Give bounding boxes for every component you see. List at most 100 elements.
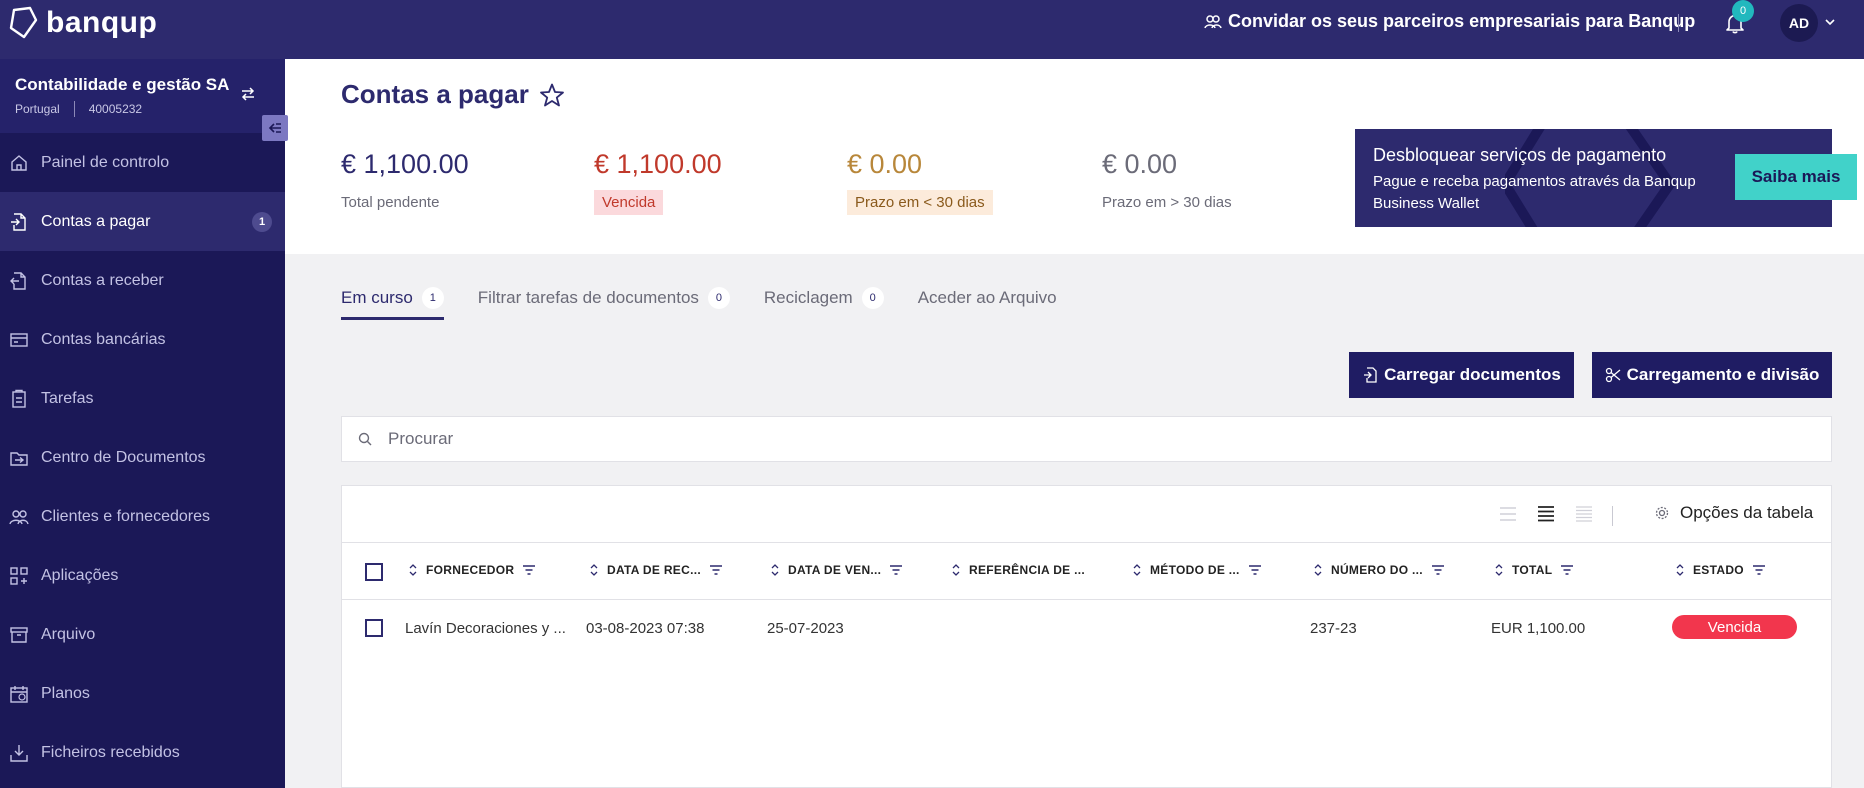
filter-icon[interactable]	[1560, 564, 1574, 576]
star-icon[interactable]	[539, 82, 565, 108]
column-header-metodo[interactable]: MÉTODO DE ...	[1132, 563, 1262, 577]
filter-icon[interactable]	[709, 564, 723, 576]
organization-header: Contabilidade e gestão SA Portugal 40005…	[0, 59, 285, 133]
learn-more-button[interactable]: Saiba mais	[1735, 154, 1857, 200]
invite-partners-link[interactable]: Convidar os seus parceiros empresariais …	[1204, 11, 1695, 32]
sidebar-item-label: Contas a pagar	[41, 212, 151, 230]
density-standard-icon[interactable]	[1536, 504, 1556, 524]
stat-prazo-menos-30[interactable]: € 0.00 Prazo em < 30 dias	[847, 149, 993, 215]
download-tray-icon	[10, 745, 28, 762]
column-header-label: TOTAL	[1512, 563, 1553, 577]
sidebar-item-label: Arquivo	[41, 625, 96, 643]
sidebar-item-aplicacoes[interactable]: Aplicações	[0, 546, 285, 605]
collapse-sidebar-button[interactable]	[262, 115, 288, 141]
cell-total: EUR 1,100.00	[1491, 620, 1586, 637]
sidebar-item-contas-a-pagar[interactable]: Contas a pagar 1	[0, 192, 285, 251]
sidebar-item-centro-de-documentos[interactable]: Centro de Documentos	[0, 428, 285, 487]
column-header-data-de-vencimento[interactable]: DATA DE VEN...	[770, 563, 903, 577]
sidebar-item-label: Tarefas	[41, 389, 94, 407]
sort-icon[interactable]	[1675, 563, 1685, 577]
documents-center-icon	[10, 452, 28, 466]
column-header-numero[interactable]: NÚMERO DO ...	[1313, 563, 1445, 577]
column-header-label: DATA DE REC...	[607, 563, 701, 577]
sidebar-item-planos[interactable]: Planos	[0, 664, 285, 723]
sidebar-item-clientes-e-fornecedores[interactable]: Clientes e fornecedores	[0, 487, 285, 546]
density-compact-icon[interactable]	[1574, 504, 1594, 524]
density-comfortable-icon[interactable]	[1498, 504, 1518, 524]
sort-icon[interactable]	[770, 563, 780, 577]
column-header-total[interactable]: TOTAL	[1494, 563, 1574, 577]
filter-icon[interactable]	[522, 564, 536, 576]
sidebar-item-arquivo[interactable]: Arquivo	[0, 605, 285, 664]
sidebar-item-label: Contas bancárias	[41, 330, 166, 348]
sort-icon[interactable]	[1494, 563, 1504, 577]
filter-icon[interactable]	[1752, 564, 1766, 576]
sort-icon[interactable]	[408, 563, 418, 577]
tab-label: Reciclagem	[763, 288, 853, 307]
sort-icon[interactable]	[589, 563, 599, 577]
summary-header: Contas a pagar € 1,100.00 Total pendente…	[285, 59, 1864, 254]
filter-icon[interactable]	[1431, 564, 1445, 576]
status-badge: Vencida	[1672, 615, 1797, 639]
sidebar-item-painel[interactable]: Painel de controlo	[0, 133, 285, 192]
sidebar-item-contas-a-receber[interactable]: Contas a receber	[0, 251, 285, 310]
column-header-label: NÚMERO DO ...	[1331, 563, 1423, 577]
column-header-data-de-rececao[interactable]: DATA DE REC...	[589, 563, 723, 577]
stat-prazo-mais-30[interactable]: € 0.00 Prazo em > 30 dias	[1102, 149, 1240, 215]
stat-total-pendente[interactable]: € 1,100.00 Total pendente	[341, 149, 469, 215]
table-row[interactable]: Lavín Decoraciones y ... 03-08-2023 07:3…	[342, 601, 1831, 657]
user-avatar[interactable]: AD	[1780, 4, 1818, 42]
notification-badge: 0	[1732, 0, 1754, 22]
stat-label: Total pendente	[341, 194, 440, 211]
tabs: Em curso 1 Filtrar tarefas de documentos…	[341, 280, 1091, 320]
sidebar-item-label: Planos	[41, 684, 90, 702]
tab-reciclagem[interactable]: Reciclagem 0	[764, 280, 884, 316]
cell-due-date: 25-07-2023	[767, 620, 844, 637]
sidebar-item-contas-bancarias[interactable]: Contas bancárias	[0, 310, 285, 369]
table-header: FORNECEDOR DATA DE REC... DATA DE VEN...…	[342, 542, 1831, 600]
upload-documents-button[interactable]: Carregar documentos	[1349, 352, 1574, 398]
filter-icon[interactable]	[889, 564, 903, 576]
column-header-referencia[interactable]: REFERÊNCIA DE ...	[951, 563, 1085, 577]
sidebar-item-label: Centro de Documentos	[41, 448, 206, 466]
table-options-button[interactable]: Opções da tabela	[1654, 503, 1813, 523]
logo[interactable]: banqup	[8, 6, 157, 40]
cell-supplier: Lavín Decoraciones y ...	[405, 620, 566, 637]
sidebar-item-ficheiros-recebidos[interactable]: Ficheiros recebidos	[0, 723, 285, 782]
upload-document-icon	[1364, 367, 1377, 383]
column-header-estado[interactable]: ESTADO	[1675, 563, 1766, 577]
column-header-label: FORNECEDOR	[426, 563, 515, 577]
sort-icon[interactable]	[1132, 563, 1142, 577]
tab-label: Filtrar tarefas de documentos	[477, 288, 699, 307]
column-header-fornecedor[interactable]: FORNECEDOR	[408, 563, 536, 577]
scissors-icon	[1605, 367, 1621, 383]
stat-vencida[interactable]: € 1,100.00 Vencida	[594, 149, 722, 215]
stat-amount: € 0.00	[847, 149, 923, 179]
column-header-label: REFERÊNCIA DE ...	[969, 563, 1086, 577]
tab-count-badge: 1	[421, 287, 444, 309]
chevron-down-icon[interactable]	[1824, 16, 1836, 28]
search-icon	[358, 432, 372, 446]
sidebar-item-tarefas[interactable]: Tarefas	[0, 369, 285, 428]
tab-filtrar-tarefas[interactable]: Filtrar tarefas de documentos 0	[478, 280, 730, 316]
collapse-icon	[268, 123, 281, 133]
switch-organization-icon[interactable]	[239, 85, 257, 103]
home-icon	[11, 155, 27, 171]
organization-meta: Portugal 40005232	[15, 101, 142, 117]
sort-icon[interactable]	[951, 563, 961, 577]
upload-documents-label: Carregar documentos	[1384, 365, 1561, 384]
density-switcher	[1498, 504, 1594, 524]
tab-aceder-arquivo[interactable]: Aceder ao Arquivo	[918, 280, 1057, 316]
calendar-icon	[10, 686, 28, 703]
page-title-text: Contas a pagar	[341, 79, 529, 109]
cell-received-date: 03-08-2023 07:38	[586, 620, 705, 637]
filter-icon[interactable]	[1248, 564, 1262, 576]
search-input[interactable]	[388, 417, 1808, 461]
upload-and-split-button[interactable]: Carregamento e divisão	[1592, 352, 1832, 398]
organization-id: 40005232	[88, 102, 143, 116]
tab-em-curso[interactable]: Em curso 1	[341, 280, 444, 320]
sidebar-item-label: Painel de controlo	[41, 153, 170, 171]
sort-icon[interactable]	[1313, 563, 1323, 577]
select-all-checkbox[interactable]	[365, 563, 383, 581]
row-checkbox[interactable]	[365, 619, 383, 637]
